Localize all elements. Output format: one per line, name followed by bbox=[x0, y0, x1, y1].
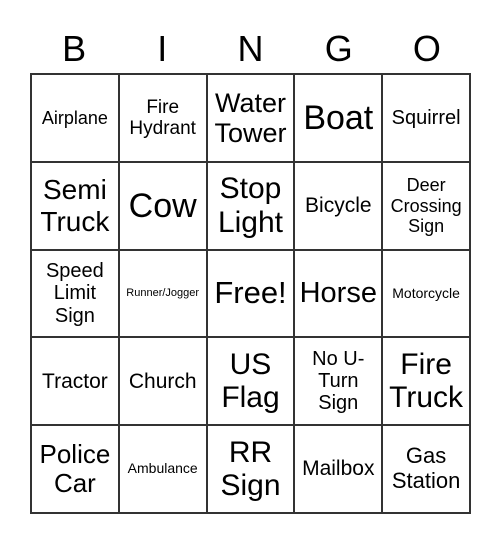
bingo-header: B I N G O bbox=[30, 26, 471, 72]
bingo-cell[interactable]: Tractor bbox=[31, 337, 119, 426]
bingo-cell[interactable]: US Flag bbox=[206, 337, 295, 426]
bingo-cell[interactable]: Horse bbox=[294, 249, 383, 338]
bingo-cell[interactable]: Speed Limit Sign bbox=[31, 249, 119, 338]
bingo-cell[interactable]: Airplane bbox=[31, 74, 119, 162]
bingo-cell[interactable]: Deer Crossing Sign bbox=[382, 161, 470, 250]
bingo-cell[interactable]: Semi Truck bbox=[31, 161, 119, 250]
bingo-cell[interactable]: Boat bbox=[294, 74, 383, 162]
bingo-cell[interactable]: Stop Light bbox=[206, 161, 295, 250]
bingo-cell[interactable]: Bicycle bbox=[294, 161, 383, 250]
bingo-cell[interactable]: Church bbox=[118, 337, 207, 426]
bingo-cell[interactable]: RR Sign bbox=[206, 425, 295, 513]
bingo-cell[interactable]: Squirrel bbox=[382, 74, 470, 162]
bingo-cell[interactable]: Mailbox bbox=[294, 425, 383, 513]
bingo-cell[interactable]: Fire Hydrant bbox=[118, 74, 207, 162]
bingo-cell[interactable]: Police Car bbox=[31, 425, 119, 513]
free-space-cell[interactable]: Free! bbox=[206, 249, 295, 338]
bingo-cell[interactable]: Motorcycle bbox=[382, 249, 470, 338]
header-letter-b: B bbox=[62, 28, 87, 69]
bingo-cell[interactable]: Fire Truck bbox=[382, 337, 470, 426]
header-letter-o: O bbox=[412, 28, 441, 69]
header-letter-i: I bbox=[157, 28, 168, 69]
bingo-grid: Airplane Fire Hydrant Water Tower Boat S… bbox=[30, 73, 471, 514]
bingo-cell[interactable]: No U-Turn Sign bbox=[294, 337, 383, 426]
bingo-cell[interactable]: Ambulance bbox=[118, 425, 207, 513]
bingo-cell[interactable]: Gas Station bbox=[382, 425, 470, 513]
header-letter-g: G bbox=[324, 28, 353, 69]
bingo-cell[interactable]: Cow bbox=[118, 161, 207, 250]
bingo-cell[interactable]: Water Tower bbox=[206, 74, 295, 162]
header-letter-n: N bbox=[237, 28, 264, 69]
bingo-cell[interactable]: Runner/Jogger bbox=[118, 249, 207, 338]
